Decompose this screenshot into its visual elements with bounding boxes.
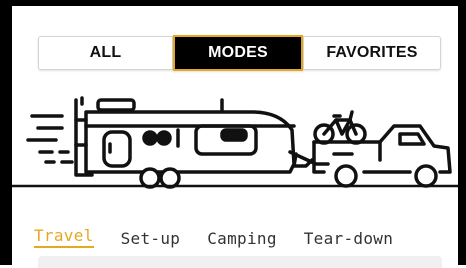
mode-selector: ALL MODES FAVORITES [38,35,441,72]
content-card [38,256,442,268]
frame-left [0,0,12,265]
mode-tabs: Travel Set-up Camping Tear-down [34,224,454,248]
mode-favorites-button[interactable]: FAVORITES [303,36,441,70]
frame-right [458,0,466,265]
tab-travel[interactable]: Travel [34,226,94,248]
rv-illustration-icon [12,96,458,189]
tab-tear-down[interactable]: Tear-down [304,229,393,248]
frame-top [0,0,466,6]
mode-all-button[interactable]: ALL [38,36,173,70]
mode-modes-button[interactable]: MODES [173,35,303,71]
tab-camping[interactable]: Camping [207,229,277,248]
tab-set-up[interactable]: Set-up [121,229,181,248]
